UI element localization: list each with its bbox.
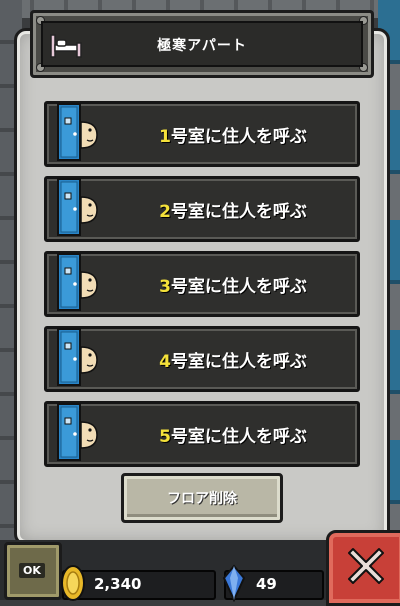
resident-face-icon bbox=[81, 346, 98, 374]
call-resident-room-1-button[interactable]: 1号室に住人を呼ぶ bbox=[44, 101, 360, 167]
door-icon bbox=[57, 178, 81, 236]
door-icon bbox=[57, 403, 81, 461]
room-number: 5 bbox=[159, 427, 171, 447]
door-icon bbox=[57, 328, 81, 386]
resident-face-icon bbox=[81, 121, 98, 149]
close-icon bbox=[348, 548, 384, 584]
room-number: 4 bbox=[159, 352, 171, 372]
door-icon bbox=[57, 103, 81, 161]
resident-face-icon bbox=[81, 196, 98, 224]
ok-button[interactable]: OK bbox=[4, 542, 62, 600]
room-number: 2 bbox=[159, 202, 171, 222]
ok-label: OK bbox=[19, 563, 45, 578]
delete-floor-button[interactable]: フロア削除 bbox=[121, 473, 283, 523]
room-label: 3号室に住人を呼ぶ bbox=[117, 272, 349, 297]
page-title: 極寒アパート bbox=[157, 38, 247, 54]
call-resident-room-5-button[interactable]: 5号室に住人を呼ぶ bbox=[44, 401, 360, 467]
panel-header: 極寒アパート bbox=[30, 10, 374, 78]
call-resident-room-3-button[interactable]: 3号室に住人を呼ぶ bbox=[44, 251, 360, 317]
coin-amount: 2,340 bbox=[94, 575, 142, 593]
room-action-text: 号室に住人を呼ぶ bbox=[170, 427, 307, 447]
delete-floor-label: フロア削除 bbox=[167, 491, 237, 507]
gem-counter: 49 bbox=[222, 564, 324, 602]
coin-counter: 2,340 bbox=[61, 565, 216, 601]
room-action-text: 号室に住人を呼ぶ bbox=[170, 202, 307, 222]
room-number: 3 bbox=[159, 277, 171, 297]
room-action-text: 号室に住人を呼ぶ bbox=[170, 277, 307, 297]
resident-face-icon bbox=[81, 421, 98, 449]
gem-amount: 49 bbox=[256, 575, 277, 593]
room-number: 1 bbox=[159, 127, 171, 147]
header-inner: 極寒アパート bbox=[41, 21, 363, 67]
room-label: 1号室に住人を呼ぶ bbox=[117, 122, 349, 147]
room-label: 2号室に住人を呼ぶ bbox=[117, 197, 349, 222]
room-action-text: 号室に住人を呼ぶ bbox=[170, 352, 307, 372]
room-label: 5号室に住人を呼ぶ bbox=[117, 422, 349, 447]
call-resident-room-4-button[interactable]: 4号室に住人を呼ぶ bbox=[44, 326, 360, 392]
call-resident-room-2-button[interactable]: 2号室に住人を呼ぶ bbox=[44, 176, 360, 242]
room-action-text: 号室に住人を呼ぶ bbox=[170, 127, 307, 147]
resident-face-icon bbox=[81, 271, 98, 299]
room-label: 4号室に住人を呼ぶ bbox=[117, 347, 349, 372]
coin-icon bbox=[61, 565, 85, 601]
door-icon bbox=[57, 253, 81, 311]
gem-icon bbox=[222, 564, 246, 602]
close-button[interactable] bbox=[326, 530, 400, 606]
